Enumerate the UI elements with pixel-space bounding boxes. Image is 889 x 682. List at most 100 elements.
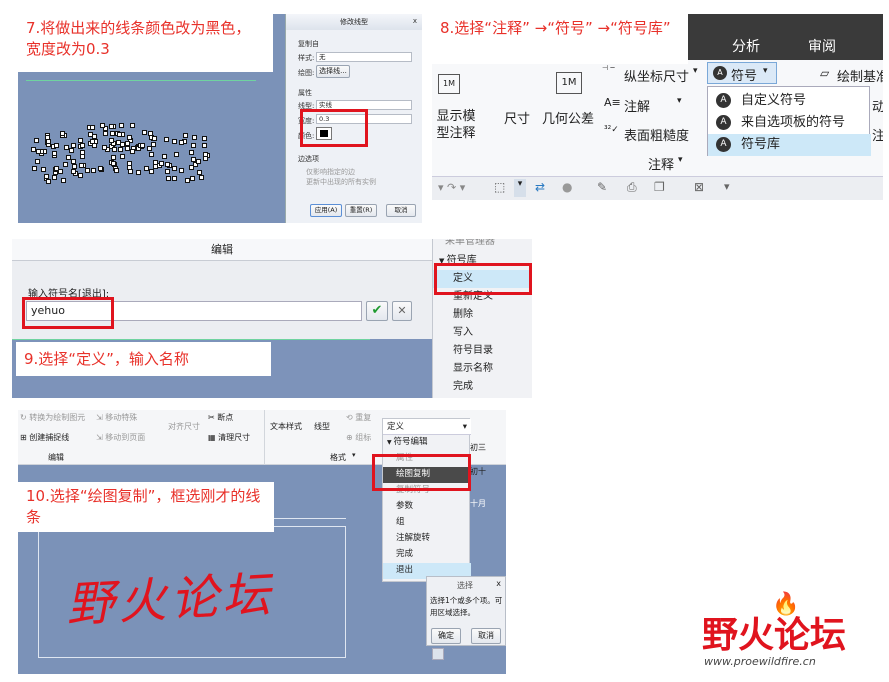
line-vertex	[52, 150, 58, 156]
line-vertex	[159, 160, 165, 166]
apply-button[interactable]: 应用(A)	[310, 204, 342, 217]
line-vertex	[128, 169, 134, 175]
surface-finish-button[interactable]: 表面粗糙度	[624, 125, 689, 144]
line-vertex	[148, 169, 154, 175]
cut-off-label-1: 动称	[872, 100, 883, 115]
line-vertex	[178, 167, 184, 173]
scroll-button[interactable]	[432, 648, 444, 660]
close-icon[interactable]: x	[496, 579, 501, 588]
line-vertex	[165, 168, 171, 174]
highlight-box-define	[434, 263, 532, 295]
line-vertex	[36, 149, 42, 155]
menu-item-custom-symbol[interactable]: A 自定义符号	[708, 90, 871, 112]
window-icon[interactable]: ❐	[654, 180, 665, 194]
break-button[interactable]: ✂ 断点	[208, 412, 233, 423]
confirm-check-button[interactable]: ✔	[366, 301, 388, 321]
ok-button[interactable]: 确定	[431, 628, 461, 644]
handwritten-symbol: 野火论坛	[64, 566, 276, 634]
cleanup-dimension-button[interactable]: ▦ 清理尺寸	[208, 432, 250, 443]
line-vertex	[43, 174, 49, 180]
chevron-down-icon[interactable]: ▾	[677, 96, 682, 106]
close-icon[interactable]: x	[413, 17, 417, 25]
hyperlink-button[interactable]: ⊕ 组标	[346, 432, 371, 443]
menu-item-symbol-directory[interactable]: 符号目录	[433, 342, 532, 360]
select-box-icon[interactable]: ⬚	[494, 180, 505, 194]
tab-review[interactable]: 审阅	[808, 36, 836, 56]
print-icon[interactable]: ⎙	[627, 180, 637, 195]
menu-item-group[interactable]: 组	[383, 515, 471, 531]
customize-toolbar-icon[interactable]: ▾	[724, 180, 730, 193]
cancel-x-button[interactable]: ✕	[392, 301, 412, 321]
line-vertex	[54, 142, 60, 148]
chevron-down-icon[interactable]: ▾	[514, 179, 526, 197]
ordinate-dim-button[interactable]: 纵坐标尺寸	[624, 66, 689, 85]
menu-item-note-rotation[interactable]: 注解旋转	[383, 531, 471, 547]
convert-to-entity-button[interactable]: ↻ 转换为绘制图元	[20, 412, 85, 423]
select-line-button[interactable]: 选择线...	[316, 65, 350, 78]
tab-analysis[interactable]: 分析	[732, 36, 760, 56]
chevron-down-icon[interactable]: ▾	[693, 66, 698, 76]
create-snap-line-button[interactable]: ⊞ 创建捕捉线	[20, 432, 69, 443]
logo-url: www.proewildfire.cn	[704, 655, 816, 668]
menu-item-done[interactable]: 完成	[433, 378, 532, 396]
cut-off-label-2: 注释	[872, 129, 883, 144]
menu-item-show-names[interactable]: 显示名称	[433, 360, 532, 378]
sphere-icon[interactable]: ●	[562, 180, 572, 194]
show-model-annotation-button[interactable]: 显示模型注释	[432, 108, 480, 142]
line-vertex	[102, 145, 108, 151]
line-vertex	[129, 123, 135, 129]
align-dimension-button[interactable]: 对齐尺寸	[168, 421, 200, 432]
line-vertex	[63, 162, 69, 168]
highlight-box-draw-copy	[372, 454, 471, 491]
menu-item-parameters[interactable]: 参数	[383, 499, 471, 515]
define-dropdown[interactable]: 定义 ▾	[383, 419, 471, 435]
text-style-button[interactable]: 文本样式	[270, 421, 302, 432]
line-vertex	[172, 165, 178, 171]
linetype-button[interactable]: 线型	[314, 421, 330, 432]
line-vertex	[100, 122, 106, 128]
close-window-icon[interactable]: ⊠	[694, 180, 704, 194]
repeat-button[interactable]: ⟲ 重复	[346, 412, 371, 423]
line-vertex	[46, 179, 52, 185]
cancel-button[interactable]: 取消	[386, 204, 416, 217]
menu-item-done[interactable]: 完成	[383, 547, 471, 563]
gtol-button[interactable]: 几何公差	[542, 108, 594, 127]
menu-item-symbol-gallery[interactable]: A 符号库	[708, 134, 871, 156]
select-dialog-title: 选择	[457, 581, 473, 590]
paint-icon[interactable]: ✎	[597, 180, 607, 194]
edge-option-radio-1[interactable]: 仅影响指定的边	[306, 167, 355, 177]
line-vertex	[189, 175, 195, 181]
line-vertex	[199, 174, 205, 180]
menu-item-palette-symbol[interactable]: A 来自选项板的符号	[708, 112, 871, 134]
chevron-down-icon[interactable]: ▾	[352, 451, 356, 459]
drawing-line	[12, 339, 370, 340]
custom-symbol-icon: A	[716, 93, 731, 108]
style-label: 样式:	[298, 54, 315, 62]
gtol-icon[interactable]: 1M	[556, 72, 582, 94]
line-vertex	[188, 165, 194, 171]
draw-datum-button[interactable]: 绘制基准	[837, 66, 883, 85]
line-vertex	[201, 142, 207, 148]
reset-button[interactable]: 重置(R)	[345, 204, 377, 217]
edge-option-radio-2[interactable]: 更新中出现的所有实例	[306, 177, 376, 187]
line-vertex	[78, 172, 83, 178]
style-select[interactable]: 无	[316, 52, 412, 62]
menu-item-delete[interactable]: 删除	[433, 306, 532, 324]
line-vertex	[110, 161, 116, 167]
menu-item-write[interactable]: 写入	[433, 324, 532, 342]
undo-icon[interactable]: ▾ ↷ ▾	[438, 181, 465, 194]
dimension-button[interactable]: 尺寸	[504, 108, 530, 127]
cancel-button[interactable]: 取消	[471, 628, 501, 644]
symbol-icon: A	[713, 66, 727, 80]
regenerate-icon[interactable]: ⇄	[535, 180, 545, 194]
symbol-edit-header[interactable]: ▼ 符号编辑	[383, 435, 471, 451]
palette-symbol-icon: A	[716, 115, 731, 130]
note-button[interactable]: 注解	[624, 96, 650, 115]
move-to-page-button[interactable]: ⇲ 移动到页面	[96, 432, 145, 443]
move-special-button[interactable]: ⇲ 移动特殊	[96, 412, 137, 423]
line-vertex	[118, 122, 124, 128]
chevron-down-icon[interactable]: ▾	[678, 155, 683, 165]
step8-caption: 8.选择“注释” →“符号” →“符号库”	[432, 14, 688, 64]
model-annotation-icon[interactable]: 1M	[438, 74, 460, 94]
symbol-dropdown-button[interactable]: A 符号 ▾	[707, 62, 777, 84]
